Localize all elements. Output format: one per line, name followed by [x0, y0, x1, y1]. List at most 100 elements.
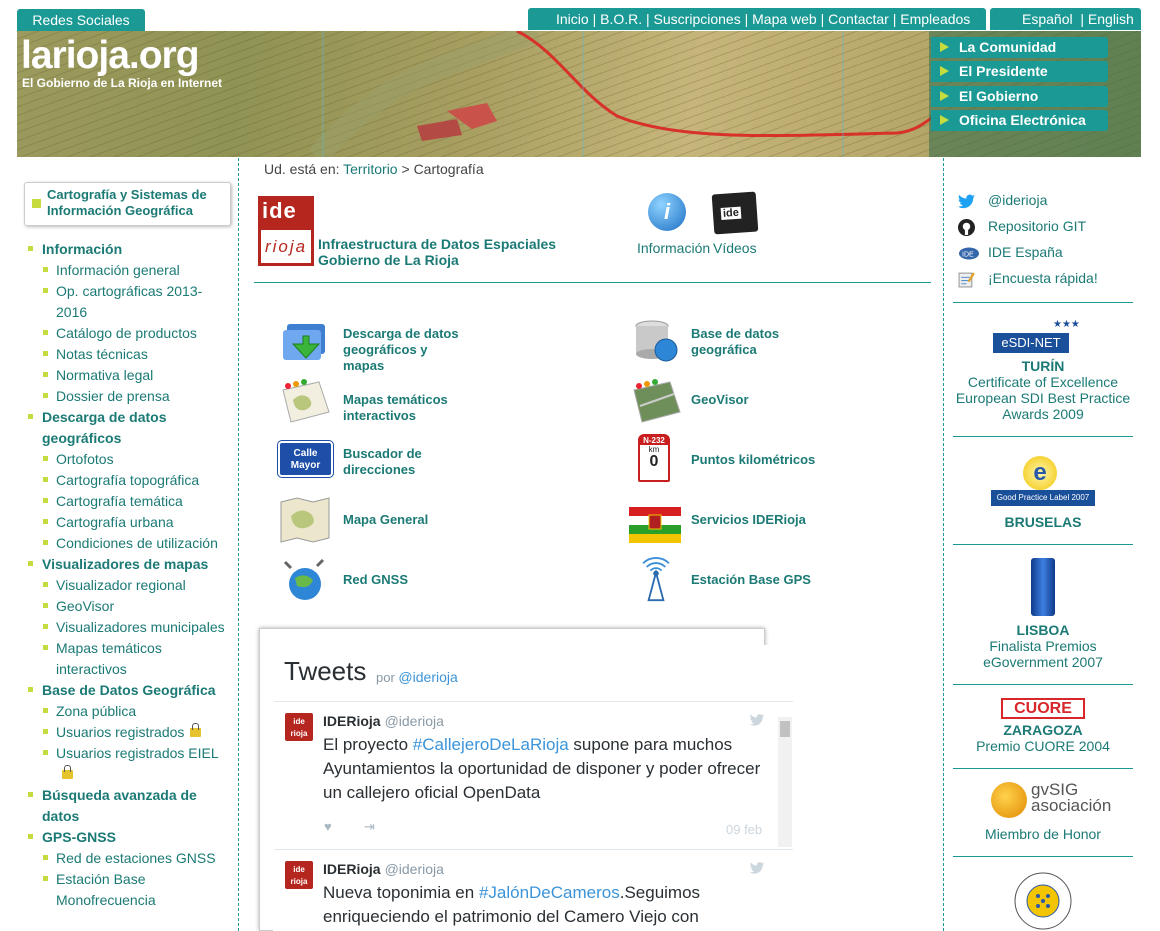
award-turin[interactable]: TURÍN Certificate of Excellence European … — [953, 358, 1133, 422]
sidebar-item[interactable]: Normativa legal — [28, 365, 233, 386]
antenna-icon[interactable] — [630, 554, 682, 602]
top-link-suscripciones[interactable]: Suscripciones — [654, 11, 741, 27]
good-practice-badge[interactable]: e Good Practice Label 2007 — [953, 456, 1133, 508]
twitter-bird-icon[interactable] — [749, 714, 765, 726]
tweet-author[interactable]: IDERioja @iderioja — [323, 861, 444, 877]
folded-map-icon[interactable] — [279, 496, 331, 544]
right-link-twitter[interactable]: @iderioja — [988, 192, 1047, 208]
sidebar-item[interactable]: Estación Base Monofrecuencia — [28, 869, 233, 911]
sidebar-item[interactable]: Visualizador regional — [28, 575, 233, 596]
github-icon[interactable] — [958, 219, 975, 236]
right-link-git[interactable]: Repositorio GIT — [988, 218, 1086, 234]
top-link-empleados[interactable]: Empleados — [900, 11, 970, 27]
top-link-mapa-web[interactable]: Mapa web — [752, 11, 817, 27]
section-title-box[interactable]: Cartografía y Sistemas de Información Ge… — [24, 182, 231, 226]
share-icon[interactable]: ⇥ — [364, 819, 375, 835]
tweet-avatar[interactable]: ide rioja — [285, 713, 313, 741]
videos-link[interactable]: Vídeos — [713, 240, 757, 256]
ide-title[interactable]: Infraestructura de Datos Espaciales Gobi… — [318, 236, 556, 268]
sidebar-item[interactable]: Condiciones de utilización — [28, 533, 233, 554]
sidebar-item[interactable]: Información general — [28, 260, 233, 281]
nav-oficina-electronica[interactable]: Oficina Electrónica — [931, 110, 1108, 131]
info-link[interactable]: Información — [637, 240, 710, 256]
tile-puntos-kilometricos[interactable]: Puntos kilométricos — [691, 452, 815, 468]
nav-el-gobierno[interactable]: El Gobierno — [931, 86, 1108, 107]
sidebar-section[interactable]: Visualizadores de mapas — [28, 554, 233, 575]
breadcrumb-link-territorio[interactable]: Territorio — [343, 161, 397, 177]
tile-mapas-tematicos[interactable]: Mapas temáticos interactivos — [343, 392, 468, 424]
nav-la-comunidad[interactable]: La Comunidad — [931, 37, 1108, 58]
street-sign-icon[interactable]: Calle Mayor — [278, 441, 333, 477]
km-post-icon[interactable]: N-232 km 0 — [638, 434, 670, 482]
cuore-badge[interactable]: CUORE — [953, 698, 1133, 719]
social-networks-tab[interactable]: Redes Sociales — [17, 9, 145, 31]
sidebar-item[interactable]: Mapas temáticos interactivos — [28, 638, 233, 680]
tweet-author[interactable]: IDERioja @iderioja — [323, 713, 444, 729]
thematic-map-icon[interactable] — [279, 376, 331, 424]
esdi-net-badge[interactable]: eSDI-NET plus ★★★ — [953, 317, 1133, 370]
database-globe-icon[interactable] — [630, 318, 682, 366]
inspire-seal-icon[interactable] — [1010, 870, 1076, 931]
sidebar-section[interactable]: GPS-GNSS — [28, 827, 233, 848]
satellite-globe-icon[interactable] — [279, 556, 331, 604]
sidebar-item[interactable]: Ortofotos — [28, 449, 233, 470]
tile-base-datos[interactable]: Base de datos geográfica — [691, 326, 811, 358]
geovisor-icon[interactable] — [630, 376, 682, 424]
tweet-hashtag[interactable]: #JalónDeCameros — [479, 883, 620, 902]
tweet-avatar[interactable]: ide rioja — [285, 861, 313, 889]
sidebar-item[interactable]: Op. cartográficas 2013-2016 — [28, 281, 233, 323]
survey-icon[interactable] — [958, 271, 975, 288]
tile-red-gnss[interactable]: Red GNSS — [343, 572, 408, 588]
sidebar-item[interactable]: Cartografía topográfica — [28, 470, 233, 491]
sidebar-section[interactable]: Descarga de datos geográficos — [28, 407, 233, 449]
tile-mapa-general[interactable]: Mapa General — [343, 512, 428, 528]
top-link-contactar[interactable]: Contactar — [828, 11, 889, 27]
tile-servicios-iderioja[interactable]: Servicios IDERioja — [691, 512, 806, 528]
lang-espanol[interactable]: Español — [1022, 11, 1073, 27]
sidebar-item[interactable]: Usuarios registrados EIEL — [28, 743, 233, 785]
sidebar-section[interactable]: Base de Datos Geográfica — [28, 680, 233, 701]
info-icon[interactable]: i — [648, 193, 686, 231]
rioja-flag-icon[interactable] — [629, 502, 681, 550]
nav-el-presidente[interactable]: El Presidente — [931, 61, 1108, 82]
top-link-bor[interactable]: B.O.R. — [600, 11, 642, 27]
right-link-encuesta[interactable]: ¡Encuesta rápida! — [988, 270, 1098, 286]
tile-descarga-datos[interactable]: Descarga de datos geográficos y mapas — [343, 326, 468, 374]
award-zaragoza[interactable]: ZARAGOZA Premio CUORE 2004 — [953, 722, 1133, 754]
sidebar-item[interactable]: Notas técnicas — [28, 344, 233, 365]
sidebar-section[interactable]: Información — [28, 239, 233, 260]
tweets-handle-link[interactable]: @iderioja — [398, 669, 457, 685]
sidebar-item[interactable]: Cartografía temática — [28, 491, 233, 512]
lang-english[interactable]: English — [1088, 11, 1134, 27]
award-lisboa[interactable]: LISBOA Finalista Premios eGovernment 2007 — [953, 622, 1133, 670]
video-clapper-icon[interactable]: ide — [711, 191, 759, 235]
top-link-inicio[interactable]: Inicio — [556, 11, 589, 27]
sidebar-item[interactable]: Red de estaciones GNSS — [28, 848, 233, 869]
award-gvsig[interactable]: Miembro de Honor — [953, 826, 1133, 842]
right-link-ide-espana[interactable]: IDE España — [988, 244, 1063, 260]
sidebar-section[interactable]: Búsqueda avanzada de datos — [28, 785, 233, 827]
tile-buscador-direcciones[interactable]: Buscador de direcciones — [343, 446, 443, 478]
twitter-icon[interactable] — [958, 193, 975, 210]
sidebar-item[interactable]: Usuarios registrados — [28, 722, 233, 743]
sidebar-item[interactable]: Zona pública — [28, 701, 233, 722]
sidebar-item[interactable]: Dossier de prensa — [28, 386, 233, 407]
twitter-bird-icon[interactable] — [749, 862, 765, 874]
sidebar-item[interactable]: Catálogo de productos — [28, 323, 233, 344]
egov-trophy-badge[interactable] — [953, 558, 1133, 616]
gvsig-badge[interactable]: gvSIG asociación — [953, 780, 1133, 822]
ide-rioja-logo[interactable]: ide rioja — [258, 196, 314, 266]
like-heart-icon[interactable]: ♥ — [324, 819, 332, 834]
tile-estacion-base-gps[interactable]: Estación Base GPS — [691, 572, 811, 588]
ide-spain-icon[interactable]: IDE — [958, 245, 980, 262]
sidebar-item[interactable]: GeoVisor — [28, 596, 233, 617]
folder-download-icon[interactable] — [279, 318, 331, 366]
sidebar-item[interactable]: Visualizadores municipales — [28, 617, 233, 638]
tile-geovisor[interactable]: GeoVisor — [691, 392, 749, 408]
sidebar-item[interactable]: Cartografía urbana — [28, 512, 233, 533]
award-bruselas[interactable]: BRUSELAS — [953, 514, 1133, 530]
site-logo[interactable]: larioja.org — [21, 34, 200, 78]
tweets-scrollbar[interactable] — [778, 717, 792, 847]
tweet-hashtag[interactable]: #CallejeroDeLaRioja — [413, 735, 569, 754]
tweet-date[interactable]: 09 feb — [726, 822, 762, 837]
